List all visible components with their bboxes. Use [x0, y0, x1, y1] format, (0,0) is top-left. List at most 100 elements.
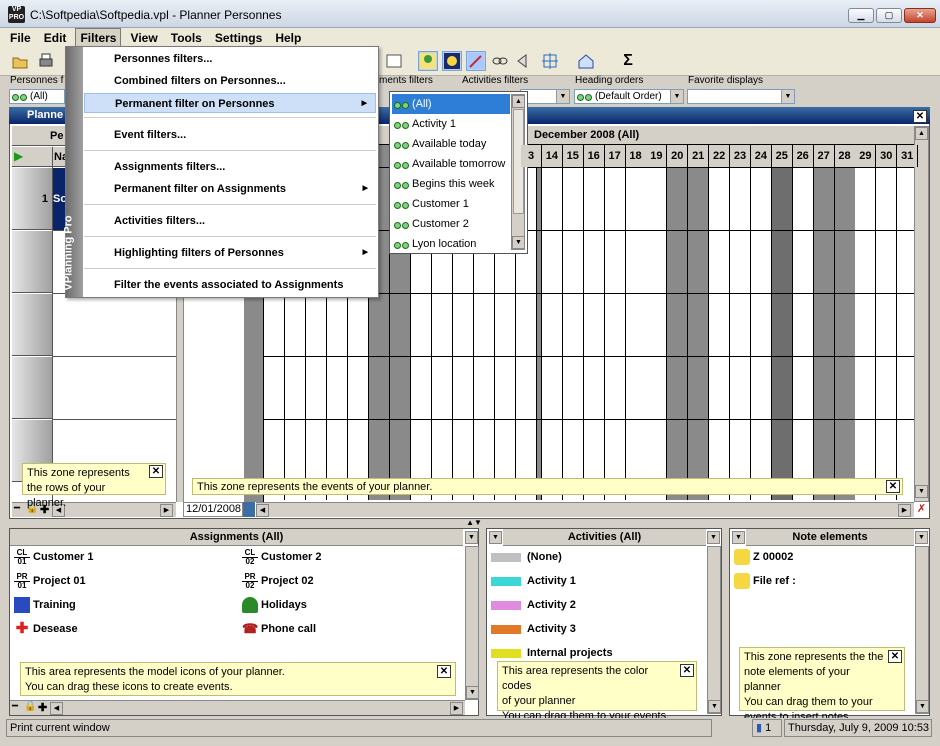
heading-orders-combo[interactable]: (Default Order) ▼	[574, 89, 684, 104]
submenu-item[interactable]: Begins this week	[392, 174, 510, 194]
activity-item[interactable]: Activity 2	[491, 597, 576, 613]
draw-icon[interactable]	[466, 51, 486, 71]
day-header[interactable]: 28	[834, 145, 856, 167]
menu-tools[interactable]: Tools	[167, 29, 206, 47]
day-column[interactable]	[855, 145, 877, 500]
scroll-left-icon[interactable]: ◀	[256, 504, 269, 517]
activity-item[interactable]: Activity 1	[491, 573, 576, 589]
plus-icon[interactable]: ✚	[38, 701, 47, 714]
chevron-down-icon[interactable]: ▼	[489, 531, 502, 544]
delete-icon[interactable]: ✗	[914, 502, 929, 517]
minimize-button[interactable]: ▁	[848, 8, 874, 23]
day-header[interactable]: 23	[730, 145, 751, 167]
activities-scrollbar[interactable]: ▼	[707, 546, 721, 714]
scroll-down-icon[interactable]: ▼	[466, 686, 479, 699]
scroll-left-icon[interactable]: ◀	[50, 702, 63, 715]
minus-icon[interactable]: ━	[12, 701, 18, 712]
day-column[interactable]	[562, 145, 584, 500]
menu-item-permanent-filter-assignments[interactable]: Permanent filter on Assignments ▶	[84, 179, 376, 199]
home-icon[interactable]	[576, 51, 596, 71]
chevron-down-icon[interactable]: ▼	[556, 90, 569, 103]
menu-item-highlighting-filters[interactable]: Highlighting filters of Personnes ▶	[84, 243, 376, 263]
activity-item[interactable]: (None)	[491, 549, 562, 565]
chevron-down-icon[interactable]: ▼	[707, 531, 720, 544]
activity-item[interactable]: Activity 3	[491, 621, 576, 637]
menu-item-combined-filters[interactable]: Combined filters on Personnes...	[84, 71, 376, 91]
scroll-up-icon[interactable]: ▲	[512, 95, 525, 108]
arrow-left-icon[interactable]	[514, 51, 534, 71]
day-header[interactable]: 25	[771, 145, 793, 167]
submenu-item[interactable]: Available today	[392, 134, 510, 154]
chevron-down-icon[interactable]: ▼	[732, 531, 745, 544]
day-column[interactable]	[604, 145, 626, 500]
day-column[interactable]	[730, 145, 751, 500]
day-header[interactable]: 26	[792, 145, 814, 167]
assignment-item[interactable]: CL 01 Customer 1	[14, 549, 94, 566]
day-header[interactable]: 16	[583, 145, 605, 167]
submenu-scrollbar[interactable]: ▲ ▼	[511, 94, 525, 250]
calendar-icon[interactable]	[243, 502, 255, 517]
assignment-item[interactable]: CL 02 Customer 2	[242, 549, 322, 566]
menu-item-filter-events-assignments[interactable]: Filter the events associated to Assignme…	[84, 275, 376, 295]
close-button[interactable]: ✕	[904, 8, 936, 23]
day-column[interactable]	[771, 145, 793, 500]
row-header[interactable]	[12, 357, 52, 419]
day-column[interactable]	[688, 145, 710, 500]
scroll-down-icon[interactable]: ▼	[916, 700, 929, 713]
scroll-up-icon[interactable]: ▲	[915, 127, 928, 140]
chevron-down-icon[interactable]: ▼	[781, 90, 794, 103]
day-header[interactable]: 14	[541, 145, 563, 167]
lock-icon[interactable]: 🔒	[24, 701, 36, 712]
day-header[interactable]: 31	[897, 145, 919, 167]
day-header[interactable]: 19	[646, 145, 668, 167]
scroll-down-icon[interactable]: ▼	[708, 700, 721, 713]
planner-vertical-scrollbar[interactable]: ▲ ▼	[914, 126, 929, 502]
print-icon[interactable]	[36, 51, 56, 71]
day-header[interactable]: 17	[604, 145, 626, 167]
menu-item-assignments-filters[interactable]: Assignments filters...	[84, 157, 376, 177]
planner-close-icon[interactable]: ✕	[913, 110, 927, 123]
day-header[interactable]: 24	[750, 145, 772, 167]
moon-icon[interactable]	[442, 51, 462, 71]
scroll-down-icon[interactable]: ▼	[915, 485, 928, 498]
day-column[interactable]	[583, 145, 605, 500]
day-column[interactable]	[709, 145, 731, 500]
chevron-down-icon[interactable]: ▼	[915, 531, 928, 544]
submenu-item[interactable]: Available tomorrow	[392, 154, 510, 174]
day-column[interactable]	[625, 145, 647, 500]
assignment-item[interactable]: Training	[14, 597, 76, 614]
menu-item-activities-filters[interactable]: Activities filters...	[84, 211, 376, 231]
day-header[interactable]: 18	[625, 145, 647, 167]
menu-item-permanent-filter-personnes[interactable]: Permanent filter on Personnes ▶	[84, 93, 376, 113]
palm-icon[interactable]	[418, 51, 438, 71]
note-element-item[interactable]: Z 00002	[734, 549, 793, 566]
note-close-icon[interactable]: ✕	[886, 480, 900, 493]
assignment-item[interactable]: Holidays	[242, 597, 307, 614]
filter-icon[interactable]	[384, 51, 404, 71]
assignments-scrollbar[interactable]: ▼	[465, 546, 479, 700]
chevron-down-icon[interactable]: ▼	[465, 531, 478, 544]
assignment-item[interactable]: PR 01 Project 01	[14, 573, 86, 590]
menu-edit[interactable]: Edit	[40, 29, 71, 47]
note-close-icon[interactable]: ✕	[888, 650, 902, 663]
menu-filters[interactable]: Filters	[75, 28, 122, 48]
maximize-button[interactable]: ▢	[876, 8, 902, 23]
assignment-item[interactable]: ✚ Desease	[14, 621, 78, 637]
day-header[interactable]: 21	[688, 145, 710, 167]
scroll-right-icon[interactable]: ▶	[450, 702, 463, 715]
date-field[interactable]: 12/01/2008	[183, 502, 243, 517]
day-column[interactable]	[876, 145, 898, 500]
note-close-icon[interactable]: ✕	[149, 465, 163, 478]
menu-item-personnes-filters[interactable]: Personnes filters...	[84, 49, 376, 69]
submenu-item[interactable]: Activity 1	[392, 114, 510, 134]
activity-item[interactable]: Internal projects	[491, 645, 613, 661]
assignment-item[interactable]: PR 02 Project 02	[242, 573, 314, 590]
panel-splitter-icon[interactable]: ▲▼	[459, 519, 489, 527]
chevron-down-icon[interactable]: ▼	[670, 90, 683, 103]
day-header[interactable]: 29	[855, 145, 877, 167]
scroll-right-icon[interactable]: ▶	[160, 504, 173, 517]
menu-item-event-filters[interactable]: Event filters...	[84, 125, 376, 145]
scroll-down-icon[interactable]: ▼	[512, 236, 525, 249]
menu-file[interactable]: File	[6, 29, 35, 47]
row-header[interactable]	[12, 294, 52, 356]
